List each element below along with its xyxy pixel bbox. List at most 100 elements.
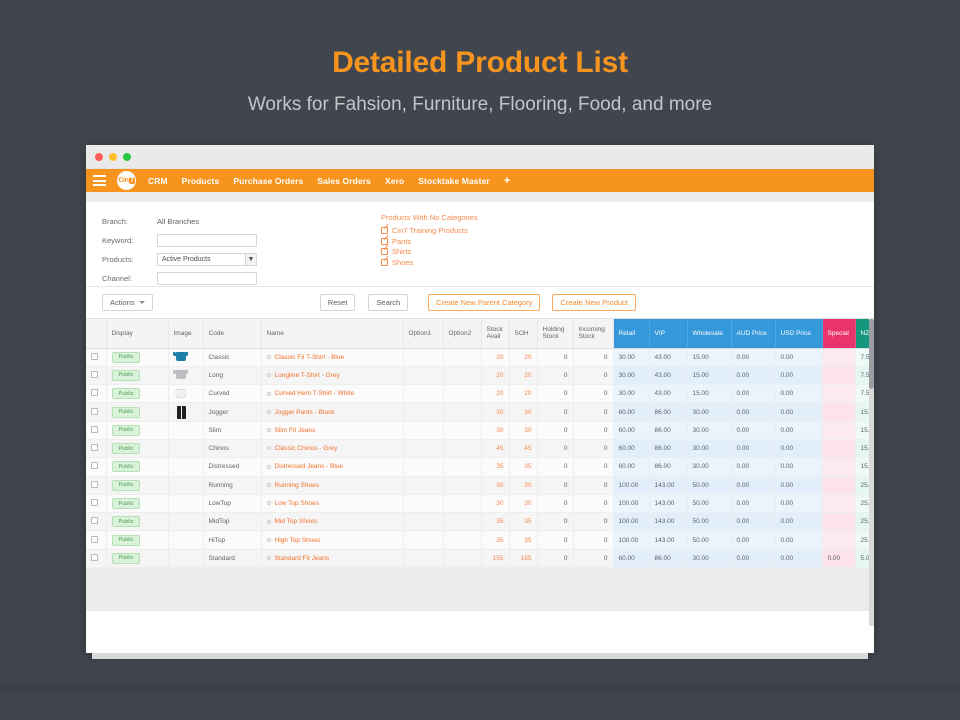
product-name-link[interactable]: Classic Fit T-Shirt - Blue xyxy=(275,354,345,361)
row-select-checkbox[interactable] xyxy=(91,407,98,415)
column-header-soh[interactable]: SOH xyxy=(509,319,538,349)
product-name-link[interactable]: Classic Chinos - Grey xyxy=(275,445,338,452)
table-row[interactable]: Public Long Longline T-Shirt - Grey 20 20 0 0 3… xyxy=(86,366,874,386)
table-row[interactable]: Public Jogger Jogger Pants - Black 30 30 0 0 60… xyxy=(86,402,874,422)
row-select-checkbox[interactable] xyxy=(91,462,98,470)
column-header-usd[interactable]: USD Price xyxy=(775,319,823,349)
cell-option1 xyxy=(403,512,444,532)
create-new-product-button[interactable]: Create New Product xyxy=(552,294,636,311)
cell-option2 xyxy=(443,457,482,477)
product-thumbnail-tshirt-white xyxy=(174,386,188,402)
channel-input[interactable] xyxy=(157,272,257,285)
search-button[interactable]: Search xyxy=(368,294,409,311)
cell-code: Chinos xyxy=(203,439,262,459)
no-category-item-cin7-training-products[interactable]: Cin7 Training Products xyxy=(381,226,478,235)
column-header-special[interactable]: Special xyxy=(822,319,856,349)
no-category-item-pants[interactable]: Pants xyxy=(381,237,478,246)
cell-code: Slim xyxy=(203,421,262,440)
row-select-checkbox[interactable] xyxy=(91,370,98,378)
product-name-link[interactable]: Standard Fit Jeans xyxy=(275,555,330,562)
column-header-check[interactable] xyxy=(86,319,107,349)
column-header-display[interactable]: Display xyxy=(106,319,169,349)
product-name-link[interactable]: Jogger Pants - Black xyxy=(275,409,335,416)
row-select-checkbox[interactable] xyxy=(91,352,98,360)
cell-special xyxy=(822,402,856,422)
product-name-link[interactable]: Curved Hem T-Shirt - White xyxy=(275,390,355,397)
column-header-vip[interactable]: VIP xyxy=(649,319,688,349)
cell-usd: 0.00 xyxy=(775,384,823,404)
row-select-checkbox[interactable] xyxy=(91,444,98,452)
product-name-link[interactable]: Running Shoes xyxy=(275,482,319,489)
table-row[interactable]: Public Classic Classic Fit T-Shirt - Blue 2… xyxy=(86,348,874,367)
value: 35 xyxy=(496,463,504,471)
table-row[interactable]: Public MidTop Mid Top Shoes 35 35 0 0 100.00 143… xyxy=(86,512,874,532)
cell-soh: 30 xyxy=(509,476,538,495)
nav-item-products[interactable]: Products xyxy=(182,176,220,186)
nav-item-purchase-orders[interactable]: Purchase Orders xyxy=(233,176,303,186)
row-select-checkbox[interactable] xyxy=(91,499,98,507)
table-row[interactable]: Public Standard Standard Fit Jeans 155 155 0 0… xyxy=(86,549,874,569)
reset-button[interactable]: Reset xyxy=(319,294,356,311)
table-row[interactable]: Public Curved Curved Hem T-Shirt - White 20… xyxy=(86,384,874,404)
scrollbar-thumb[interactable] xyxy=(869,319,874,389)
maximize-window-button[interactable] xyxy=(123,152,131,161)
product-name-link[interactable]: Mid Top Shoes xyxy=(275,518,318,525)
row-select-checkbox[interactable] xyxy=(91,553,98,561)
no-category-item-shirts[interactable]: Shirts xyxy=(381,247,478,256)
close-window-button[interactable] xyxy=(95,152,103,161)
value: 30 xyxy=(524,408,532,416)
row-select-checkbox[interactable] xyxy=(91,389,98,397)
create-new-parent-category-button[interactable]: Create New Parent Category xyxy=(428,294,541,311)
value: 20 xyxy=(496,371,504,379)
column-header-aud[interactable]: AUD Price xyxy=(731,319,776,349)
product-name-link[interactable]: High Top Shoes xyxy=(275,537,321,544)
column-header-holding[interactable]: Holding Stock xyxy=(537,319,574,349)
cell-holding: 0 xyxy=(537,384,574,404)
product-name-link[interactable]: Distressed Jeans - Blue xyxy=(275,463,344,470)
hamburger-icon[interactable] xyxy=(93,175,106,186)
product-name-link[interactable]: Longline T-Shirt - Grey xyxy=(275,372,340,379)
cell-usd: 0.00 xyxy=(775,366,823,386)
cell-holding: 0 xyxy=(537,530,574,550)
table-row[interactable]: Public Chinos Classic Chinos - Grey 45 45 0 0 6… xyxy=(86,439,874,459)
table-row[interactable]: Public Running Running Shoes 30 30 0 0 100.00 14… xyxy=(86,476,874,495)
product-name-link[interactable]: Low Top Shoes xyxy=(275,500,319,507)
no-category-item-shoes[interactable]: Shoes xyxy=(381,258,478,267)
column-header-option1[interactable]: Option1 xyxy=(403,319,444,349)
cell-retail: 60.00 xyxy=(613,421,650,440)
value: 45 xyxy=(496,445,504,453)
product-name-link[interactable]: Slim Fit Jeans xyxy=(275,427,316,434)
column-header-code[interactable]: Code xyxy=(203,319,262,349)
table-row[interactable]: Public Distressed Distressed Jeans - Blue 3… xyxy=(86,457,874,477)
column-header-option2[interactable]: Option2 xyxy=(443,319,482,349)
nav-item-sales-orders[interactable]: Sales Orders xyxy=(317,176,371,186)
products-select[interactable]: Active Products ▼ xyxy=(157,253,257,266)
nav-item-xero[interactable]: Xero xyxy=(385,176,404,186)
column-header-retail[interactable]: Retail xyxy=(613,319,650,349)
column-header-wholesale[interactable]: Wholesale xyxy=(687,319,732,349)
value: 30 xyxy=(496,481,504,489)
cin7-logo[interactable]: Cin 7 xyxy=(117,171,136,190)
column-header-incoming[interactable]: Incoming Stock xyxy=(573,319,614,349)
column-header-stock[interactable]: Stock Avail xyxy=(481,319,510,349)
minimize-window-button[interactable] xyxy=(109,152,117,161)
column-header-name[interactable]: Name xyxy=(261,319,404,349)
nav-item-stocktake-master[interactable]: Stocktake Master xyxy=(418,176,490,186)
keyword-input[interactable] xyxy=(157,234,257,247)
nav-item-crm[interactable]: CRM xyxy=(148,176,168,186)
add-tab-button[interactable]: + xyxy=(504,175,510,187)
row-select-checkbox[interactable] xyxy=(91,425,98,433)
column-header-image[interactable]: Image xyxy=(168,319,204,349)
table-row[interactable]: Public HiTop High Top Shoes 35 35 0 0 100.00 143… xyxy=(86,530,874,550)
cell-option2 xyxy=(443,512,482,532)
table-row[interactable]: Public LowTop Low Top Shoes 30 30 0 0 100.00 143… xyxy=(86,494,874,514)
row-select-checkbox[interactable] xyxy=(91,517,98,525)
row-select-checkbox[interactable] xyxy=(91,480,98,488)
vertical-scrollbar[interactable] xyxy=(869,319,874,626)
table-row[interactable]: Public Slim Slim Fit Jeans 30 30 0 0 60.00 86.00… xyxy=(86,421,874,440)
cell-incoming: 0 xyxy=(573,494,614,514)
cell-stock: 20 xyxy=(481,348,510,367)
value: 20 xyxy=(496,353,504,361)
actions-button[interactable]: Actions xyxy=(102,294,153,311)
row-select-checkbox[interactable] xyxy=(91,535,98,543)
